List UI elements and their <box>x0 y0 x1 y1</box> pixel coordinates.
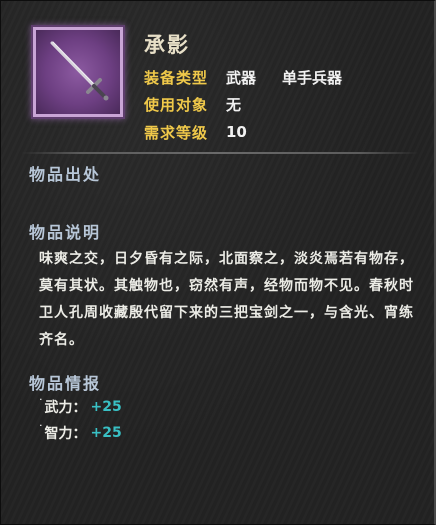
attr-equip-type: 装备类型 武器 单手兵器 <box>144 65 342 89</box>
item-tooltip: 承影 装备类型 武器 单手兵器 使用对象 无 需求等级 10 物品出处 物品说明… <box>0 0 436 525</box>
attr-value: 10 <box>226 123 247 141</box>
attr-label: 需求等级 <box>144 123 209 142</box>
section-info-title: 物品情报 <box>29 374 102 393</box>
attr-value-secondary: 单手兵器 <box>282 68 343 87</box>
stat-row-strength: ˙ 武力： +25 <box>38 397 122 417</box>
item-description: 味爽之交，日夕昏有之际，北面察之，淡炎焉若有物存，莫有其状。其触物也，窃然有声，… <box>39 251 414 348</box>
section-source-title: 物品出处 <box>29 165 102 184</box>
attr-label: 装备类型 <box>144 68 209 87</box>
stat-value: +25 <box>90 425 122 441</box>
attr-label: 使用对象 <box>144 95 209 114</box>
item-name: 承影 <box>144 32 190 57</box>
stat-name: 武力： <box>44 400 87 416</box>
attr-value: 武器 <box>226 68 257 87</box>
sword-icon <box>50 41 109 101</box>
stat-bullet: ˙ <box>38 422 44 436</box>
attr-target: 使用对象 无 <box>144 92 241 116</box>
divider <box>21 152 419 154</box>
stat-row-intelligence: ˙ 智力： +25 <box>38 423 122 443</box>
item-icon-frame[interactable] <box>33 27 123 117</box>
attr-required-level: 需求等级 10 <box>144 120 247 144</box>
attr-value: 无 <box>226 95 242 114</box>
stat-name: 智力： <box>44 426 87 442</box>
stat-bullet: ˙ <box>38 396 44 410</box>
stat-value: +25 <box>90 399 122 415</box>
section-description-title: 物品说明 <box>29 223 102 242</box>
